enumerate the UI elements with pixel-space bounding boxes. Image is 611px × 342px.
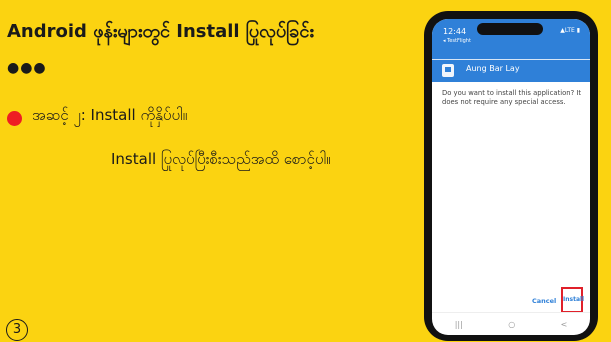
slide: Android ဖုန်းများတွင် Install ပြုလုပ်ခြင… (0, 0, 611, 342)
phone-mockup: 12:44 ◂ TestFlight ▲LTE ▮ Aung Bar Lay D… (424, 11, 598, 341)
signal-battery-icon: ▲LTE ▮ (560, 27, 580, 34)
install-button[interactable]: Install (561, 287, 584, 313)
step-instruction: အဆင့် ၂: Install ကိုနှိပ်ပါ။ (32, 106, 188, 124)
step-instruction-continued: Install ပြုလုပ်ပြီးစီးသည်အထိ စောင့်ပါ။ (111, 150, 331, 168)
back-icon[interactable]: < (561, 320, 568, 329)
status-back-link[interactable]: ◂ TestFlight (443, 38, 471, 44)
ellipsis-dots: ●●● (7, 60, 47, 76)
status-bar: 12:44 ◂ TestFlight ▲LTE ▮ (432, 19, 590, 59)
cancel-button[interactable]: Cancel (532, 297, 556, 305)
nav-bar: ||| ○ < (432, 312, 590, 335)
page-number: 3 (6, 319, 28, 341)
app-name: Aung Bar Lay (466, 64, 520, 73)
camera-notch (477, 23, 543, 35)
app-icon (442, 64, 454, 77)
recent-apps-icon[interactable]: ||| (455, 320, 463, 329)
home-icon[interactable]: ○ (508, 320, 515, 329)
slide-title: Android ဖုန်းများတွင် Install ပြုလုပ်ခြင… (7, 21, 314, 42)
red-bullet-icon (7, 111, 22, 126)
phone-screen: 12:44 ◂ TestFlight ▲LTE ▮ Aung Bar Lay D… (432, 19, 590, 335)
status-time: 12:44 (443, 27, 467, 36)
install-prompt-text: Do you want to install this application?… (442, 89, 582, 106)
app-header: Aung Bar Lay (432, 59, 590, 82)
